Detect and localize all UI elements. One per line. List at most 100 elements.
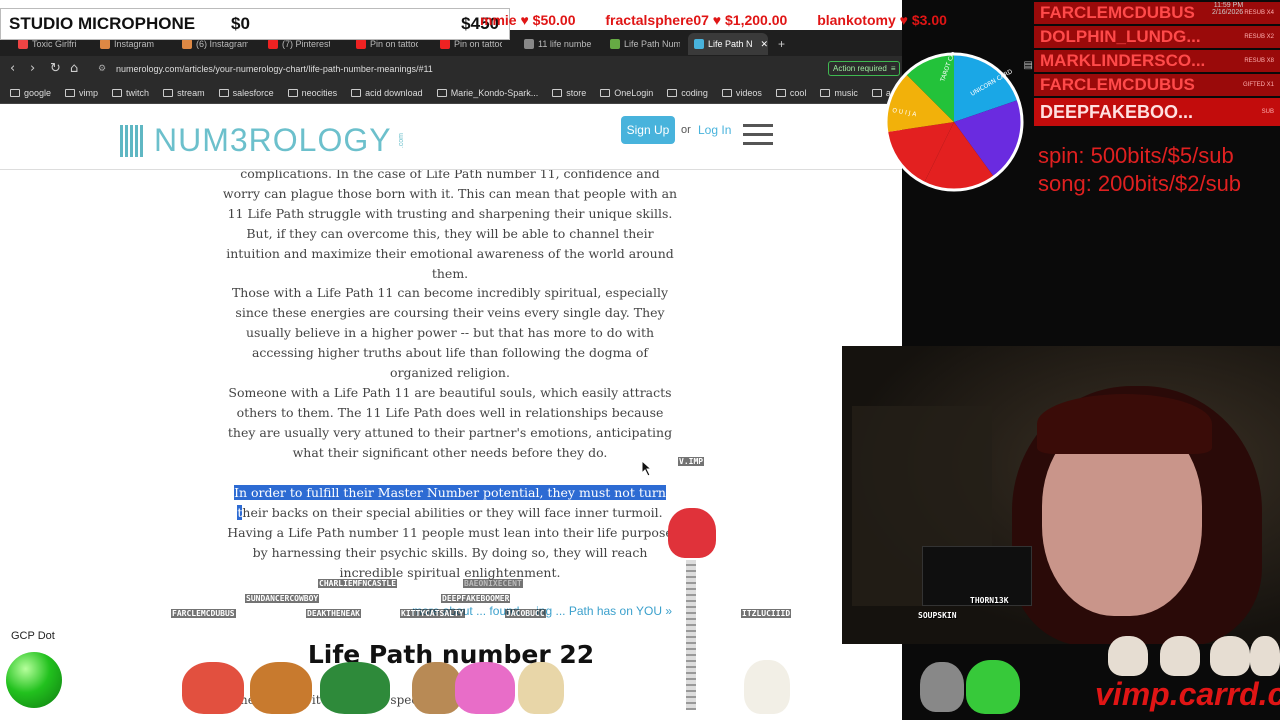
tab-favicon [694,39,704,49]
bookmark-label: coding [681,87,708,98]
tab-active[interactable]: Life Path N ✕ [688,33,768,55]
article-paragraph: complications. In the case of Life Path … [222,170,678,281]
reload-icon[interactable]: ↻ [50,61,61,76]
chatter-name: DEEPFAKEBOOMER [441,594,511,603]
bookmark-item[interactable]: twitch [112,88,149,98]
gray-cat-avatar [920,662,964,712]
signup-button[interactable]: Sign Up [621,116,675,144]
new-tab-icon[interactable]: + [778,33,790,55]
reader-icon[interactable]: ▤ [1024,60,1033,71]
tab-favicon [610,39,620,49]
bookmarks-bar: google vimp twitch stream salesforce neocitie… [0,82,902,104]
bookmark-item[interactable]: Marie_Kondo-Spark... [436,88,538,98]
song-text: song: 200bits/$2/sub [1038,171,1242,196]
bookmark-label: twitch [126,87,150,98]
tab-label: Life Path Num [624,39,680,49]
bookmark-label: neocities [301,87,338,98]
webcam-feed: THORN13K SOUPSKIN [842,346,1280,644]
hamburger-menu-icon[interactable] [743,124,773,145]
chatter-name: BAEONIXECENT [463,579,523,588]
tab-favicon [268,39,278,49]
sub-row-latest: DEEPFAKEBOO... SUB [1034,98,1280,126]
cat-avatar [1108,636,1148,676]
tab-7[interactable]: 11 life numbe [524,33,596,55]
recent-subs-list: FARCLEMCDUBUS RESUB X4 DOLPHIN_LUNDG... RE… [1034,2,1280,126]
cam-chatter: SOUPSKIN [918,611,957,620]
or-text: or [681,124,691,136]
bookmark-item[interactable]: neocities [287,87,338,98]
ticker-item: mmie ♥ $50.00 [480,12,576,28]
site-logo[interactable]: NUM3ROLOGY .com [120,122,405,159]
bookmark-label: acid download [365,87,423,98]
folder-icon [351,88,362,97]
url-text: numerology.com/articles/your-numerology-… [116,64,433,74]
bookmark-label: OneLogin [614,87,654,98]
bookmark-item[interactable]: store [552,88,586,98]
bookmark-item[interactable]: acid download [351,88,423,98]
forward-icon[interactable]: › [30,61,35,76]
paragraph-rest: heir backs on their special abilities or… [227,505,673,580]
prize-wheel: TAROT CARD UNICORN CARD O U I J A [884,52,1024,192]
bookmark-label: salesforce [232,87,274,98]
folder-icon [667,88,678,97]
login-link[interactable]: Log In [698,123,731,137]
article-paragraph: Someone with a Life Path 11 are beautifu… [227,385,673,460]
tab-favicon [524,39,534,49]
tab-8[interactable]: Life Path Num [610,33,680,55]
bookmark-item[interactable]: videos [721,87,762,98]
chatter-name: SUNDANCERCOWBOY [245,594,320,603]
goal-label: STUDIO MICROPHONE [9,14,196,33]
folder-icon [287,88,298,97]
gcp-label: GCP Dot [11,630,55,642]
tab-favicon [100,39,110,49]
studio-mic-goal: STUDIO MICROPHONE $0 $450 [0,8,510,40]
tab-favicon [182,39,192,49]
close-tab-icon[interactable]: ✕ [761,39,768,50]
ticker-item: fractalsphere07 ♥ $1,200.00 [605,12,788,28]
bookmark-item[interactable]: google [10,88,51,98]
site-header: NUM3ROLOGY .com Sign Up or Log In [0,104,902,170]
bookmark-item[interactable]: OneLogin [600,88,653,98]
logo-suffix: .com [397,132,405,149]
tab-label: (7) Pinterest [282,39,330,49]
bookmark-item[interactable]: vimp [65,88,98,98]
chatter-name: FARCLEMCDUBUS [171,609,236,618]
cat-avatar [1210,636,1250,676]
bookmark-item[interactable]: cool [775,88,806,98]
folder-icon [600,88,611,97]
donation-ticker: mmie ♥ $50.00 fractalsphere07 ♥ $1,200.0… [480,12,1040,34]
logo-mark-icon [120,124,148,157]
mouse-cursor-icon [642,461,652,476]
folder-icon [10,88,20,97]
bookmark-label: google [24,87,52,98]
tab-label: Pin on tattoo [454,39,502,49]
folder-icon [820,88,831,97]
site-info-icon[interactable]: ⚙ [98,64,106,74]
article-body: complications. In the case of Life Path … [0,170,902,720]
hamster-avatar [250,662,312,714]
chatter-name: CHARLIEMFNCASTLE [318,579,398,588]
address-bar[interactable]: ⚙ numerology.com/articles/your-numerolog… [92,60,902,78]
ticker-item: blankotomy ♥ $3.00 [817,12,947,28]
bookmark-item[interactable]: stream [163,88,205,98]
folder-icon [163,88,174,97]
article-paragraph: Those with a Life Path 11 can become inc… [231,285,669,380]
bookmark-item[interactable]: salesforce [218,87,274,98]
bookmark-label: stream [177,87,205,98]
green-panda-avatar [966,660,1020,714]
frog-avatar [320,662,390,714]
cat-avatar [1250,636,1280,676]
gcp-dot-widget: GCP Dot [0,626,80,720]
folder-icon [112,88,123,97]
bookmark-item[interactable]: coding [667,88,708,98]
folder-icon [218,88,229,97]
bookmark-icon[interactable]: ⌂ [70,61,78,76]
tab-label: Life Path N [708,39,753,49]
bookmark-item[interactable]: music [820,88,858,98]
ladder-decoration [686,560,696,710]
bookmark-label: videos [735,87,762,98]
sub-row: FARCLEMCDUBUS GIFTED X1 [1034,74,1280,96]
folder-icon [436,88,447,97]
tab-label: Toxic Girlfri [32,39,77,49]
back-icon[interactable]: ‹ [10,61,15,76]
